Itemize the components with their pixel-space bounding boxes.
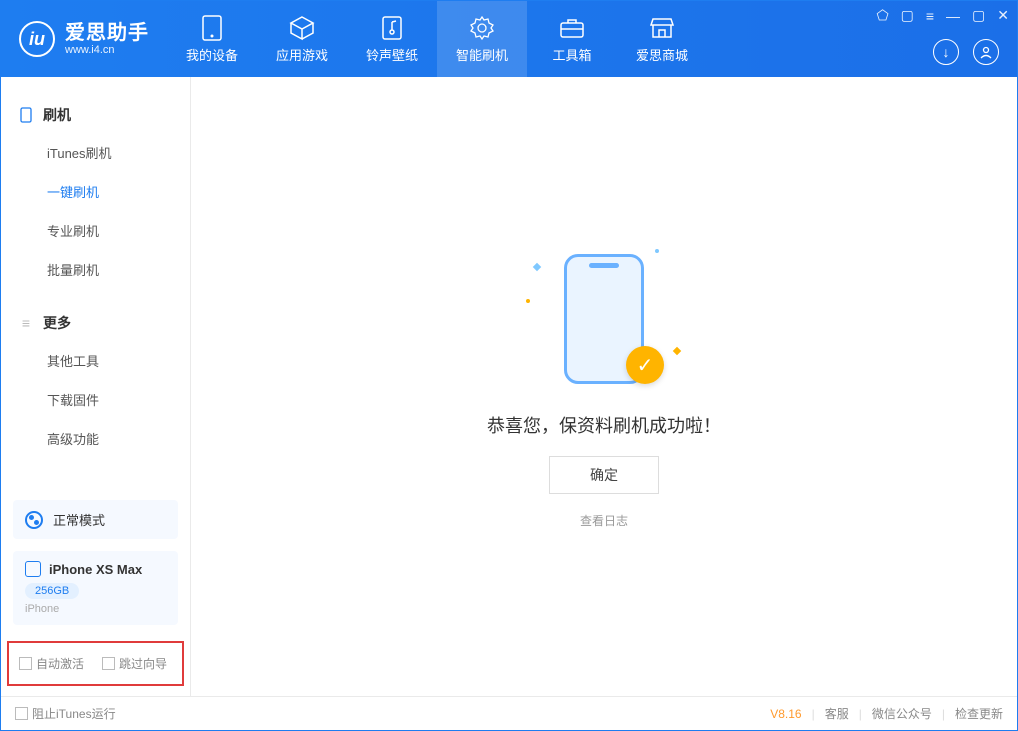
- download-icon[interactable]: ↓: [933, 39, 959, 65]
- sidebar-head-more: ≡ 更多: [1, 305, 190, 341]
- menu-icon[interactable]: ≡: [926, 8, 934, 24]
- tab-toolbox[interactable]: 工具箱: [527, 1, 617, 77]
- maximize-button[interactable]: ▢: [972, 7, 985, 24]
- tab-label: 我的设备: [186, 45, 238, 64]
- tab-label: 工具箱: [552, 45, 591, 64]
- shirt-icon[interactable]: ⬠: [876, 7, 888, 24]
- checkbox-skip-guide[interactable]: 跳过向导: [102, 655, 167, 672]
- sidebar-head-flash: 刷机: [1, 97, 190, 133]
- sidebar-item-itunes-flash[interactable]: iTunes刷机: [1, 133, 190, 172]
- feedback-icon[interactable]: ▢: [901, 7, 914, 24]
- footer-link-update[interactable]: 检查更新: [955, 705, 1003, 722]
- header-bar: iu 爱思助手 www.i4.cn 我的设备 应用游戏 铃声壁纸 智能刷机: [1, 1, 1017, 77]
- tab-smart-flash[interactable]: 智能刷机: [437, 1, 527, 77]
- highlight-checkbox-row: 自动激活 跳过向导: [7, 641, 184, 686]
- checkbox-auto-activate[interactable]: 自动激活: [19, 655, 84, 672]
- gear-icon: [469, 15, 495, 41]
- body-area: 刷机 iTunes刷机 一键刷机 专业刷机 批量刷机 ≡ 更多 其他工具 下载固…: [1, 77, 1017, 696]
- phone-small-icon: [19, 108, 33, 122]
- checkbox-icon: [19, 657, 32, 670]
- app-title: 爱思助手: [65, 22, 149, 44]
- tab-label: 应用游戏: [276, 45, 328, 64]
- checkbox-icon: [102, 657, 115, 670]
- sidebar-group-title: 更多: [43, 313, 71, 333]
- window-controls: ⬠ ▢ ≡ — ▢ ✕: [876, 7, 1009, 24]
- sidebar-item-advanced[interactable]: 高级功能: [1, 419, 190, 458]
- app-logo-icon: iu: [19, 21, 55, 57]
- device-name: iPhone XS Max: [49, 562, 142, 577]
- header-right-icons: ↓: [933, 39, 999, 65]
- checkbox-icon: [15, 707, 28, 720]
- device-icon: [199, 15, 225, 41]
- dot-icon: [655, 249, 659, 253]
- close-button[interactable]: ✕: [997, 7, 1009, 24]
- success-title: 恭喜您，保资料刷机成功啦！: [487, 412, 721, 438]
- tab-ringtones-wallpapers[interactable]: 铃声壁纸: [347, 1, 437, 77]
- mode-label: 正常模式: [53, 510, 105, 529]
- mode-icon: [25, 511, 43, 529]
- logo-area: iu 爱思助手 www.i4.cn: [1, 21, 167, 57]
- nav-tabs: 我的设备 应用游戏 铃声壁纸 智能刷机 工具箱 爱思商城: [167, 1, 707, 77]
- sparkle-icon: [673, 347, 681, 355]
- sidebar: 刷机 iTunes刷机 一键刷机 专业刷机 批量刷机 ≡ 更多 其他工具 下载固…: [1, 77, 191, 696]
- sidebar-group-flash: 刷机 iTunes刷机 一键刷机 专业刷机 批量刷机: [1, 89, 190, 297]
- footer-bar: 阻止iTunes运行 V8.16 | 客服 | 微信公众号 | 检查更新: [1, 696, 1017, 730]
- app-subtitle: www.i4.cn: [65, 44, 149, 56]
- sidebar-item-oneclick-flash[interactable]: 一键刷机: [1, 172, 190, 211]
- view-log-link[interactable]: 查看日志: [580, 512, 628, 529]
- checkmark-icon: ✓: [626, 346, 664, 384]
- sidebar-item-batch-flash[interactable]: 批量刷机: [1, 250, 190, 289]
- device-storage-badge: 256GB: [25, 583, 79, 599]
- minimize-button[interactable]: —: [946, 8, 960, 24]
- mode-card[interactable]: 正常模式: [13, 500, 178, 539]
- footer-left: 阻止iTunes运行: [15, 705, 116, 722]
- sidebar-item-other-tools[interactable]: 其他工具: [1, 341, 190, 380]
- checkbox-block-itunes[interactable]: 阻止iTunes运行: [15, 705, 116, 722]
- sidebar-group-more: ≡ 更多 其他工具 下载固件 高级功能: [1, 297, 190, 466]
- logo-text: 爱思助手 www.i4.cn: [65, 22, 149, 56]
- sidebar-item-pro-flash[interactable]: 专业刷机: [1, 211, 190, 250]
- version-label: V8.16: [770, 707, 801, 721]
- sidebar-item-download-firmware[interactable]: 下载固件: [1, 380, 190, 419]
- user-icon[interactable]: [973, 39, 999, 65]
- success-illustration: ✓: [534, 244, 674, 394]
- device-type: iPhone: [25, 603, 166, 615]
- sparkle-icon: [533, 263, 541, 271]
- list-icon: ≡: [19, 316, 33, 330]
- footer-right: V8.16 | 客服 | 微信公众号 | 检查更新: [770, 705, 1003, 722]
- briefcase-icon: [559, 15, 585, 41]
- app-window: iu 爱思助手 www.i4.cn 我的设备 应用游戏 铃声壁纸 智能刷机: [0, 0, 1018, 731]
- tab-my-device[interactable]: 我的设备: [167, 1, 257, 77]
- sidebar-group-title: 刷机: [43, 105, 71, 125]
- tab-apps-games[interactable]: 应用游戏: [257, 1, 347, 77]
- tab-label: 智能刷机: [456, 45, 508, 64]
- footer-link-service[interactable]: 客服: [825, 705, 849, 722]
- tab-label: 爱思商城: [636, 45, 688, 64]
- music-icon: [379, 15, 405, 41]
- device-small-icon: [25, 561, 41, 577]
- dot-icon: [526, 299, 530, 303]
- footer-link-wechat[interactable]: 微信公众号: [872, 705, 932, 722]
- device-card[interactable]: iPhone XS Max 256GB iPhone: [13, 551, 178, 625]
- tab-label: 铃声壁纸: [366, 45, 418, 64]
- tab-store[interactable]: 爱思商城: [617, 1, 707, 77]
- store-icon: [649, 15, 675, 41]
- cube-icon: [289, 15, 315, 41]
- ok-button[interactable]: 确定: [549, 456, 659, 494]
- main-content: ✓ 恭喜您，保资料刷机成功啦！ 确定 查看日志: [191, 77, 1017, 696]
